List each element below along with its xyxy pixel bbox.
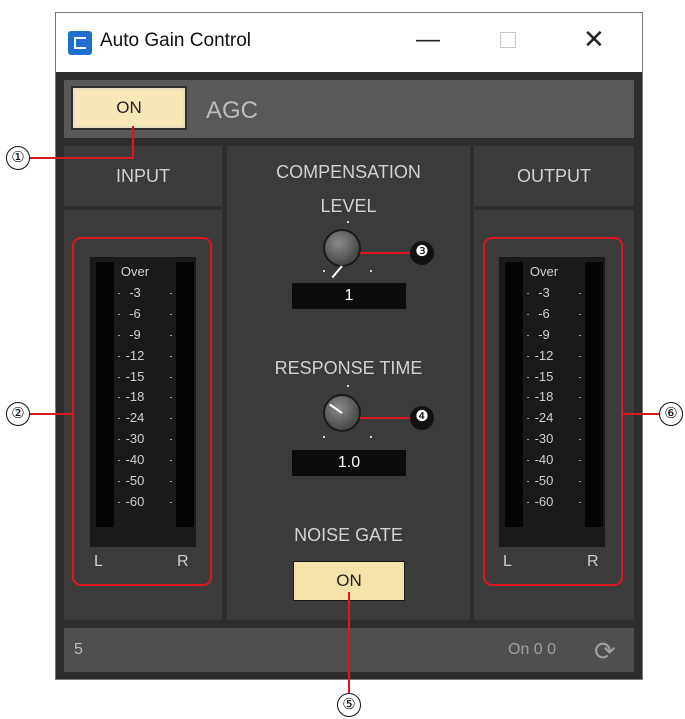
- maximize-button[interactable]: [500, 32, 516, 48]
- response-knob-max-dot: [370, 436, 372, 438]
- callout-3-line: [360, 252, 410, 254]
- callout-4: ❹: [410, 406, 434, 430]
- close-button[interactable]: ✕: [583, 24, 605, 55]
- noise-gate-label: NOISE GATE: [294, 525, 403, 545]
- response-time-label: RESPONSE TIME: [274, 358, 423, 378]
- app-logo-icon: [68, 31, 92, 55]
- callout-1-line-v: [132, 126, 134, 159]
- level-knob-tick: [347, 221, 349, 223]
- input-title: INPUT: [64, 146, 222, 206]
- callout-1-line-h: [30, 157, 134, 159]
- center-panel: [227, 146, 470, 620]
- input-meter-highlight: [72, 237, 212, 586]
- window-title: Auto Gain Control: [100, 30, 252, 51]
- output-title: OUTPUT: [474, 146, 634, 206]
- callout-5-line: [348, 592, 350, 693]
- response-time-knob[interactable]: [323, 394, 361, 432]
- callout-2-line: [30, 413, 72, 415]
- level-knob-min-dot: [323, 270, 325, 272]
- callout-5: ⑤: [337, 693, 361, 717]
- response-knob-tick: [347, 385, 349, 387]
- level-value[interactable]: 1: [292, 283, 406, 309]
- status-left-text: 5: [74, 641, 83, 658]
- refresh-icon[interactable]: ⟳: [594, 636, 616, 667]
- agc-label: AGC: [206, 97, 259, 124]
- response-time-value[interactable]: 1.0: [292, 450, 406, 476]
- callout-3: ❸: [410, 241, 434, 265]
- callout-1: ①: [6, 146, 30, 170]
- agc-on-button[interactable]: ON: [71, 86, 187, 130]
- callout-2: ②: [6, 402, 30, 426]
- output-meter-highlight: [483, 237, 623, 586]
- minimize-button[interactable]: —: [416, 26, 440, 54]
- callout-6-line: [623, 413, 663, 415]
- level-label: LEVEL: [320, 196, 377, 216]
- callout-6: ⑥: [659, 402, 683, 426]
- callout-4-line: [360, 417, 410, 419]
- compensation-title: COMPENSATION: [276, 162, 421, 182]
- level-knob-max-dot: [370, 270, 372, 272]
- response-knob-min-dot: [323, 436, 325, 438]
- level-knob[interactable]: [323, 229, 361, 267]
- status-right-text: On 0 0: [508, 641, 557, 658]
